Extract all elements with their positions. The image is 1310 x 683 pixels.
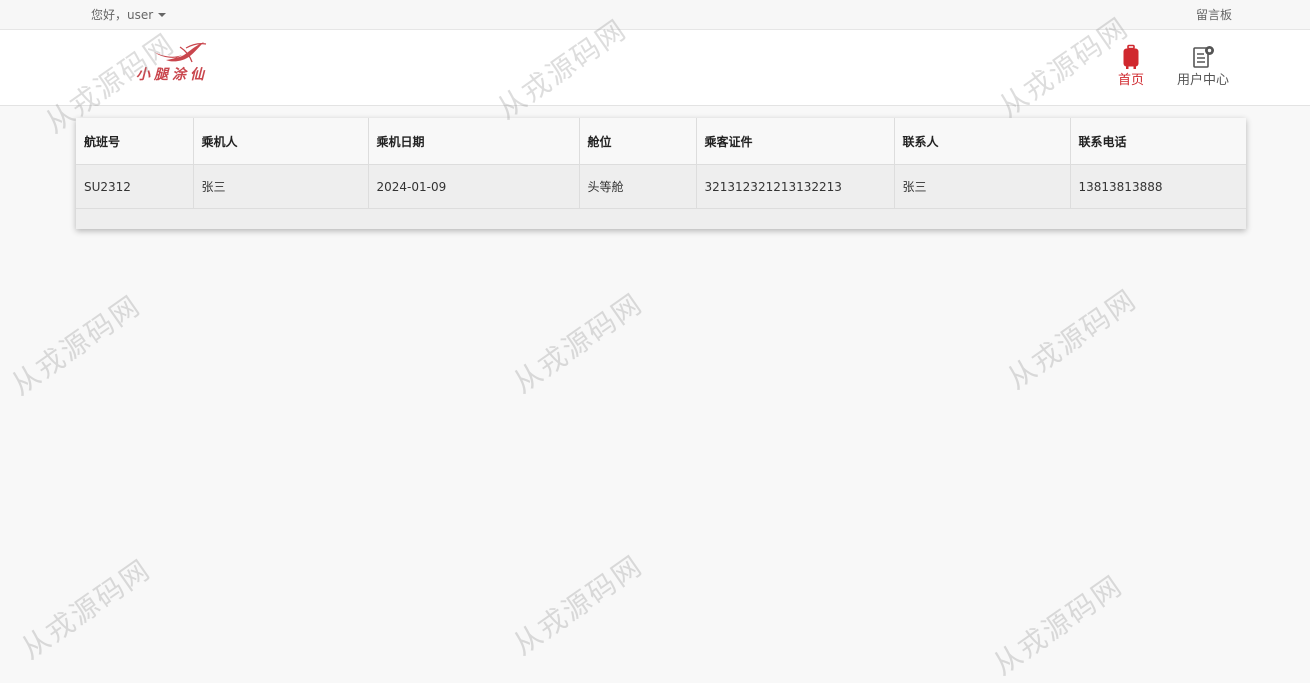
- cell-contact-phone: 13813813888: [1070, 164, 1246, 209]
- cell-cabin: 头等舱: [579, 164, 697, 209]
- column-header-flight-date: 乘机日期: [368, 118, 580, 165]
- column-header-contact-phone: 联系电话: [1070, 118, 1246, 165]
- column-header-passenger-id: 乘客证件: [696, 118, 895, 165]
- table-row: SU2312 张三 2024-01-09 头等舱 321312321213132…: [76, 164, 1246, 209]
- nav-home[interactable]: 首页: [1114, 44, 1148, 89]
- cell-flight-date: 2024-01-09: [368, 164, 580, 209]
- watermark: 从戎源码网: [506, 548, 649, 662]
- column-header-flight-no: 航班号: [76, 118, 194, 165]
- top-bar: 您好，user 留言板: [0, 0, 1310, 30]
- watermark: 从戎源码网: [14, 552, 157, 666]
- table-header-row: 航班号 乘机人 乘机日期 舱位 乘客证件 联系人 联系电话: [76, 118, 1246, 165]
- logo-bird-icon: [154, 42, 204, 62]
- nav-home-label: 首页: [1117, 73, 1144, 88]
- column-header-cabin: 舱位: [579, 118, 697, 165]
- booking-table: 航班号 乘机人 乘机日期 舱位 乘客证件 联系人 联系电话 SU2312 张三 …: [76, 118, 1246, 209]
- column-header-contact: 联系人: [894, 118, 1071, 165]
- cell-passenger-id: 321312321213132213: [696, 164, 895, 209]
- column-header-passenger: 乘机人: [193, 118, 369, 165]
- watermark: 从戎源码网: [4, 288, 147, 402]
- booking-table-panel: 航班号 乘机人 乘机日期 舱位 乘客证件 联系人 联系电话 SU2312 张三 …: [76, 118, 1246, 229]
- cell-contact: 张三: [894, 164, 1071, 209]
- logo-text: 小腿涂仙: [136, 66, 208, 83]
- cell-flight-no: SU2312: [76, 164, 194, 209]
- message-board-link[interactable]: 留言板: [1196, 7, 1232, 23]
- logo[interactable]: 小腿涂仙: [132, 38, 227, 86]
- nav-user-center[interactable]: 用户中心: [1172, 44, 1234, 89]
- watermark: 从戎源码网: [986, 568, 1129, 682]
- cell-passenger: 张三: [193, 164, 369, 209]
- site-header: 小腿涂仙 首页 用户中心: [0, 30, 1310, 106]
- nav-user-center-label: 用户中心: [1176, 73, 1229, 88]
- watermark: 从戎源码网: [506, 286, 649, 400]
- watermark: 从戎源码网: [1000, 282, 1143, 396]
- user-greeting-label: 您好，user: [91, 8, 154, 22]
- caret-down-icon: [158, 13, 167, 17]
- user-settings-icon: [1193, 46, 1214, 68]
- user-greeting-dropdown[interactable]: 您好，user: [91, 7, 167, 23]
- luggage-icon: [1123, 44, 1139, 69]
